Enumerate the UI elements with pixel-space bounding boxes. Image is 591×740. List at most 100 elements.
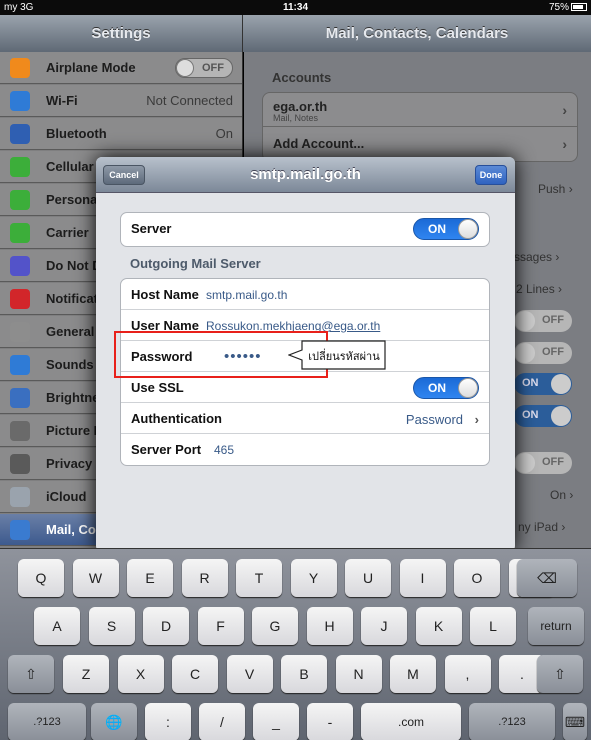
key-i[interactable]: I xyxy=(399,559,446,597)
key-g[interactable]: G xyxy=(252,607,298,645)
authentication-row[interactable]: Authentication Password › xyxy=(121,403,489,434)
key-o[interactable]: O xyxy=(454,559,500,597)
key-number-mode[interactable]: .?123 xyxy=(469,703,555,740)
on-label: On xyxy=(550,488,567,502)
backspace-key[interactable]: ⌫ xyxy=(517,559,577,597)
done-button[interactable]: Done xyxy=(475,165,507,185)
key-dot-com[interactable]: .com xyxy=(361,703,461,740)
sidebar-item-label: Notificat xyxy=(46,291,98,306)
on-fragment[interactable]: On › xyxy=(550,488,573,502)
shift-key[interactable]: ⇧ xyxy=(8,655,54,693)
messages-fragment[interactable]: ssages › xyxy=(514,250,559,264)
brightness-icon xyxy=(10,388,30,408)
account-row[interactable]: ega.or.th Mail, Notes › xyxy=(263,93,577,127)
sidebar-item-airplane-mode[interactable]: Airplane Mode OFF xyxy=(0,52,242,84)
key-hyphen[interactable]: - xyxy=(307,703,353,740)
signature-fragment[interactable]: ny iPad › xyxy=(518,520,565,534)
key-number-mode[interactable]: .?123 xyxy=(8,703,86,740)
host-name-label: Host Name xyxy=(131,287,199,302)
key-w[interactable]: W xyxy=(72,559,119,597)
key-r[interactable]: R xyxy=(181,559,228,597)
toggle-switch[interactable]: OFF xyxy=(514,310,572,332)
authentication-value: Password xyxy=(405,412,463,427)
sidebar-item-label: Do Not D xyxy=(46,258,102,273)
switch-label: ON xyxy=(428,222,446,236)
settings-nav-bar: Settings xyxy=(0,15,243,52)
mail-contacts-title: Mail, Contacts, Calendars xyxy=(325,25,509,42)
sidebar-item-label: Privacy xyxy=(46,456,93,471)
key-x[interactable]: X xyxy=(117,655,164,693)
switch-knob xyxy=(176,59,194,77)
server-port-row[interactable]: Server Port 465 xyxy=(121,434,489,465)
sidebar-item-label: Airplane Mode xyxy=(46,60,136,75)
sidebar-item-label: Brightne xyxy=(46,390,100,405)
server-label: Server xyxy=(131,221,172,236)
key-b[interactable]: B xyxy=(281,655,327,693)
chevron-right-icon: › xyxy=(562,136,567,152)
key-l[interactable]: L xyxy=(470,607,516,645)
key-s[interactable]: S xyxy=(88,607,135,645)
picture-frame-icon xyxy=(10,421,30,441)
key-m[interactable]: M xyxy=(390,655,436,693)
key-q[interactable]: Q xyxy=(18,559,64,597)
return-key[interactable]: return xyxy=(528,607,584,645)
server-port-field[interactable]: 465 xyxy=(214,443,234,457)
shift-key[interactable]: ⇧ xyxy=(537,655,583,693)
globe-key[interactable]: 🌐 xyxy=(91,703,137,740)
sidebar-item-label: Persona xyxy=(46,192,98,207)
host-name-field[interactable]: smtp.mail.go.th xyxy=(206,288,287,302)
hide-keyboard-icon[interactable]: ⌨ xyxy=(563,703,587,740)
accounts-group: ega.or.th Mail, Notes › Add Account... › xyxy=(262,92,578,162)
toggle-switch[interactable]: OFF xyxy=(514,452,572,474)
sidebar-item-label: Wi-Fi xyxy=(46,93,78,108)
use-ssl-label: Use SSL xyxy=(131,380,184,395)
server-row: Server ON xyxy=(121,213,489,246)
key-slash[interactable]: / xyxy=(199,703,245,740)
sidebar-item-label: Mail, Co xyxy=(46,522,96,537)
preview-lines-fragment[interactable]: 2 Lines › xyxy=(516,282,562,296)
notifications-icon xyxy=(10,289,30,309)
key-colon[interactable]: : xyxy=(145,703,191,740)
ipad-label: ny iPad xyxy=(518,520,559,534)
key-j[interactable]: J xyxy=(361,607,407,645)
toggle-switch[interactable]: OFF xyxy=(514,342,572,364)
airplane-mode-switch[interactable]: OFF xyxy=(175,58,233,78)
key-y[interactable]: Y xyxy=(290,559,337,597)
sidebar-item-label: iCloud xyxy=(46,489,87,504)
key-v[interactable]: V xyxy=(226,655,273,693)
host-name-row[interactable]: Host Name smtp.mail.go.th xyxy=(121,279,489,310)
server-port-label: Server Port xyxy=(131,442,202,457)
mail-icon xyxy=(10,520,30,540)
key-c[interactable]: C xyxy=(172,655,218,693)
account-subtitle: Mail, Notes xyxy=(273,113,319,123)
add-account-row[interactable]: Add Account... › xyxy=(263,127,577,161)
fetch-push-value[interactable]: Push › xyxy=(538,182,573,196)
add-account-label: Add Account... xyxy=(273,136,365,151)
key-t[interactable]: T xyxy=(236,559,282,597)
switch-label: ON xyxy=(428,381,446,395)
key-e[interactable]: E xyxy=(127,559,173,597)
speaker-icon xyxy=(10,355,30,375)
toggle-switch[interactable]: ON xyxy=(514,373,572,395)
key-d[interactable]: D xyxy=(143,607,189,645)
bluetooth-icon xyxy=(10,124,30,144)
clock: 11:34 xyxy=(282,2,309,13)
key-u[interactable]: U xyxy=(345,559,391,597)
sidebar-item-wi-fi[interactable]: Wi-Fi Not Connected xyxy=(0,85,242,117)
key-k[interactable]: K xyxy=(415,607,462,645)
sidebar-item-bluetooth[interactable]: Bluetooth On xyxy=(0,118,242,150)
key-a[interactable]: A xyxy=(34,607,80,645)
dialog-title: smtp.mail.go.th xyxy=(250,166,361,183)
key-f[interactable]: F xyxy=(197,607,244,645)
outgoing-mail-server-header: Outgoing Mail Server xyxy=(130,256,261,271)
key-z[interactable]: Z xyxy=(63,655,109,693)
key-underscore[interactable]: _ xyxy=(253,703,299,740)
server-switch[interactable]: ON xyxy=(413,218,479,240)
key-comma[interactable]: , xyxy=(444,655,491,693)
sidebar-item-label: Bluetooth xyxy=(46,126,107,141)
key-n[interactable]: N xyxy=(335,655,382,693)
use-ssl-switch[interactable]: ON xyxy=(413,377,479,399)
key-h[interactable]: H xyxy=(306,607,353,645)
mail-nav-bar: Mail, Contacts, Calendars xyxy=(243,15,591,52)
toggle-switch[interactable]: ON xyxy=(514,405,572,427)
